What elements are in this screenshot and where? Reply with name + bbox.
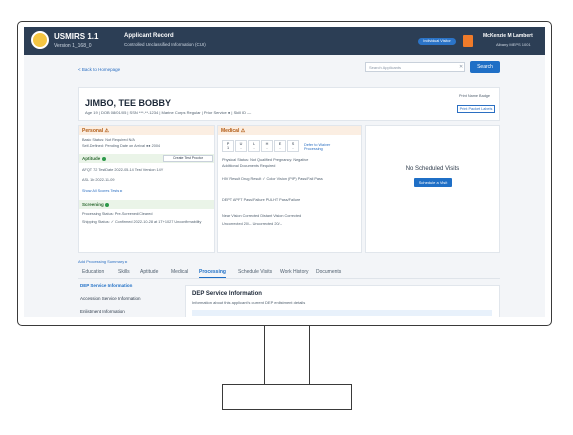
no-visits-text: No Scheduled Visits [405, 166, 460, 172]
medical-row: Near Vision Corrected Distant Vision Cor… [222, 214, 302, 218]
applicant-name: JIMBO, TEE BOBBY [85, 98, 172, 108]
pulhes-value: - [253, 146, 255, 150]
monitor-screen: USMIRS 1.1 Version 1_168_0 Applicant Rec… [24, 27, 545, 317]
pulhes-value: - [292, 146, 294, 150]
print-packet-labels-button[interactable]: Print Packet Labels [457, 105, 495, 113]
tab-skills[interactable]: Skills [118, 269, 130, 275]
back-to-homepage-link[interactable]: < Back to Homepage [78, 67, 120, 72]
applicant-meta: Age 19 | DOB 08/01/05 | SSN ***-**-1234 … [85, 110, 252, 115]
schedule-visit-button[interactable]: Schedule a Visit [414, 178, 452, 187]
medical-row: HIV Result Drug Result ✓ Color Vision (P… [222, 177, 323, 181]
aptitude-header-label: Aptitude [82, 156, 101, 161]
app-version: Version 1_168_0 [54, 43, 92, 49]
section-description: Information about this applicant's curre… [192, 300, 306, 305]
search-button[interactable]: Search [470, 61, 500, 73]
tab-processing[interactable]: Processing [199, 269, 226, 278]
tab-schedule-visits[interactable]: Schedule Visits [238, 269, 272, 275]
tab-aptitude[interactable]: Aptitude [140, 269, 158, 275]
screening-header: Screening [79, 200, 214, 209]
medical-row: Additional Documents Required [222, 164, 276, 168]
tab-education[interactable]: Education [82, 269, 104, 275]
aptitude-test-row: ASL 1b 2022-11-09 [82, 178, 115, 182]
clear-search-icon[interactable]: ✕ [459, 64, 463, 70]
add-processing-summary-link[interactable]: Add Processing Summary ▸ [78, 259, 127, 264]
screening-row: Shipping Status: ✓ Confirmed 2022-10-28 … [82, 220, 202, 224]
screening-row: Processing Status: Pre-Screened/Cleared [82, 212, 153, 216]
medical-row: DEPT APFT Pass/Failure PULHT Pass/Failur… [222, 198, 301, 202]
side-nav-item-enlistment[interactable]: Enlistment Information [80, 309, 125, 314]
pulhes-cell: L- [248, 140, 260, 152]
pulhes-value: - [240, 146, 242, 150]
tab-documents[interactable]: Documents [316, 269, 341, 275]
monitor-stand-base [222, 384, 352, 410]
pulhes-cell: U- [235, 140, 247, 152]
section-divider [192, 310, 492, 316]
defer-to-waiver-link[interactable]: Defer to Waiver Processing [304, 143, 349, 151]
personal-panel: Personal ⚠ Basic Status: Not Required N/… [78, 125, 215, 253]
page-title: Applicant Record [124, 33, 174, 39]
medical-row: Physical Status: Not Qualified Pregnancy… [222, 158, 309, 162]
screening-header-label: Screening [82, 202, 104, 207]
applicant-summary-card: JIMBO, TEE BOBBY Age 19 | DOB 08/01/05 |… [78, 87, 500, 121]
pulhes-value: - [266, 146, 268, 150]
search-input[interactable]: Search Applicants [365, 62, 465, 72]
aptitude-test-row: AFQT 72 TestDate 2022-05-14 Test Version… [82, 168, 164, 172]
side-nav-item-dep-service[interactable]: DEP Service Information [80, 283, 132, 288]
app-logo-icon [31, 31, 49, 49]
ok-status-icon [101, 156, 106, 161]
personal-row: Self-Defined: Pending Date on Arrival ●●… [82, 144, 161, 148]
scheduled-visits-panel: No Scheduled Visits Schedule a Visit [365, 125, 500, 253]
dep-service-card: DEP Service Information Information abou… [185, 285, 500, 317]
pulhes-value: 1 [226, 146, 230, 150]
pulhes-cell: H- [261, 140, 273, 152]
page-classification: Controlled Unclassified Information (CUI… [124, 42, 206, 47]
processing-side-nav: DEP Service Information Accession Servic… [80, 283, 170, 317]
personal-row: Basic Status: Not Required N/A [82, 138, 135, 142]
ok-status-icon [105, 202, 110, 207]
print-name-badge-link[interactable]: Print Name Badge [459, 94, 490, 98]
side-nav-item-accession-service[interactable]: Accession Service Information [80, 296, 141, 301]
create-test-proctor-button[interactable]: Create Test Proctor [163, 155, 213, 162]
app-name: USMIRS 1.1 [54, 32, 99, 41]
medical-panel: Medical ⚠ P1 U- L- H- E- S- Defer to Wai… [217, 125, 362, 253]
user-menu[interactable]: McKenzie M Lambert [483, 33, 533, 39]
personal-header: Personal ⚠ [79, 126, 214, 135]
medical-header: Medical ⚠ [218, 126, 361, 135]
section-title: DEP Service Information [192, 291, 262, 297]
monitor-stand-neck [264, 326, 310, 386]
pulhes-value: - [279, 146, 281, 150]
record-tabs: Education Skills Aptitude Medical Proces… [78, 267, 500, 279]
environment-badge: Individual Visitor [418, 38, 456, 45]
show-all-scores-link[interactable]: Show All Scores Tests ▸ [82, 188, 122, 193]
medical-row: Uncorrected 20/-- Uncorrected 20/-- [222, 222, 283, 226]
pulhes-cell: E- [274, 140, 286, 152]
tab-work-history[interactable]: Work History [280, 269, 309, 275]
notification-icon[interactable] [463, 35, 473, 47]
user-org: Albany MEPS 1001 [496, 42, 531, 47]
pulhes-cell: P1 [222, 140, 234, 152]
pulhes-cell: S- [287, 140, 299, 152]
app-header: USMIRS 1.1 Version 1_168_0 Applicant Rec… [24, 27, 545, 55]
tab-medical[interactable]: Medical [171, 269, 188, 275]
